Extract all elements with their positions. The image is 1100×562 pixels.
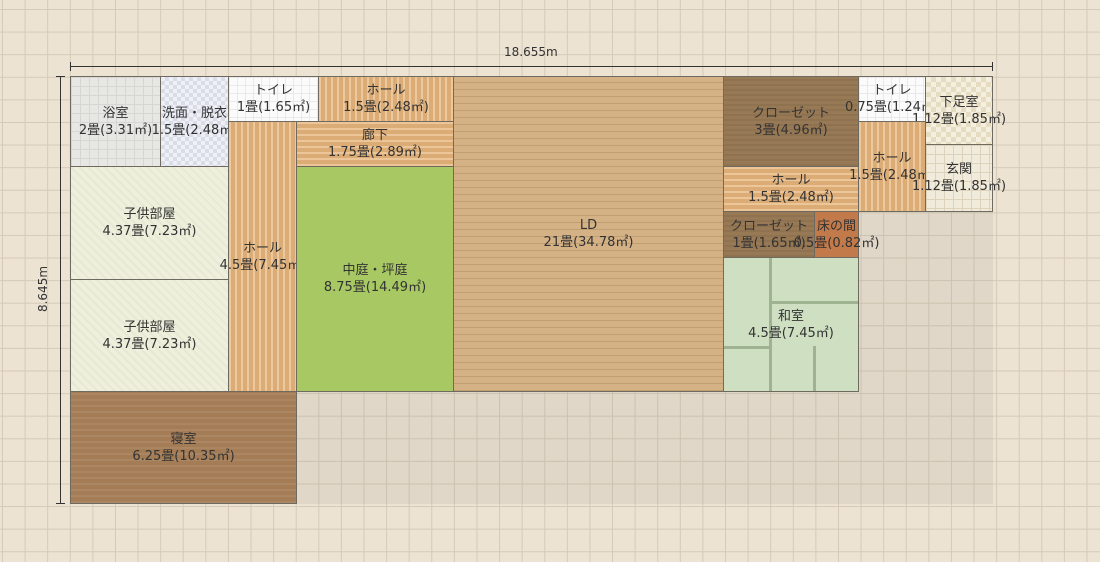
height-label: 8.645m xyxy=(36,265,51,313)
room-hall-vertical[interactable]: ホール 4.5畳(7.45㎡) xyxy=(220,121,305,392)
room-entrance[interactable]: 玄関 1.12畳(1.85㎡) xyxy=(912,144,1006,212)
room-name: ホール xyxy=(771,173,811,188)
room-ld[interactable]: LD 21畳(34.78㎡) xyxy=(453,76,724,392)
room-area: 4.5畳(7.45㎡) xyxy=(748,325,834,341)
room-area: 1.5畳(2.48㎡) xyxy=(151,122,238,138)
room-area: 4.5畳(7.45㎡) xyxy=(219,257,306,273)
room-name: トイレ xyxy=(872,83,912,98)
room-bath[interactable]: 浴室 2畳(3.31㎡) xyxy=(70,76,161,167)
room-name: 浴室 xyxy=(102,105,129,121)
room-area: 4.37畳(7.23㎡) xyxy=(102,224,197,239)
room-name: 和室 xyxy=(777,308,804,324)
room-area: 1.75畳(2.89㎡) xyxy=(327,145,423,160)
room-area: 0.5畳(0.82㎡) xyxy=(793,235,880,251)
room-washroom[interactable]: 洗面・脱衣 1.5畳(2.48㎡) xyxy=(152,76,237,167)
room-toilet-1[interactable]: トイレ 1畳(1.65㎡) xyxy=(228,76,319,122)
room-courtyard[interactable]: 中庭・坪庭 8.75畳(14.49㎡) xyxy=(296,166,454,392)
room-area: 3畳(4.96㎡) xyxy=(754,122,828,138)
room-area: 1.5畳(2.48㎡) xyxy=(748,190,834,205)
room-name: 子供部屋 xyxy=(123,319,176,335)
room-kids-2[interactable]: 子供部屋 4.37畳(7.23㎡) xyxy=(70,279,229,392)
width-label: 18.655m xyxy=(504,45,558,59)
room-name: クローゼット xyxy=(751,105,830,121)
room-area: 6.25畳(10.35㎡) xyxy=(132,448,235,464)
room-name: ホール xyxy=(872,150,912,166)
room-name: ホール xyxy=(242,240,282,256)
room-kids-1[interactable]: 子供部屋 4.37畳(7.23㎡) xyxy=(70,166,229,280)
room-name: 中庭・坪庭 xyxy=(342,263,408,278)
room-hall-mid[interactable]: ホール 1.5畳(2.48㎡) xyxy=(723,166,859,212)
room-hall-top[interactable]: ホール 1.5畳(2.48㎡) xyxy=(318,76,454,122)
room-washitsu[interactable]: 和室 4.5畳(7.45㎡) xyxy=(723,257,859,392)
room-name: 下足室 xyxy=(939,94,979,110)
room-area: 4.37畳(7.23㎡) xyxy=(102,336,197,352)
room-area: 1.5畳(2.48㎡) xyxy=(343,100,429,115)
room-tokonoma[interactable]: 床の間 0.5畳(0.82㎡) xyxy=(794,211,879,258)
room-name: 床の間 xyxy=(816,218,856,234)
room-area: 21畳(34.78㎡) xyxy=(543,235,634,250)
room-name: 子供部屋 xyxy=(123,207,176,222)
room-hall-right[interactable]: ホール 1.5畳(2.48㎡) xyxy=(849,121,935,212)
room-closet-1[interactable]: クローゼット 3畳(4.96㎡) xyxy=(723,76,859,167)
room-name: クローゼット xyxy=(729,218,808,234)
room-area: 2畳(3.31㎡) xyxy=(78,122,153,138)
room-name: LD xyxy=(579,218,598,233)
room-name: ホール xyxy=(366,83,406,98)
room-shoe-room[interactable]: 下足室 1.12畳(1.85㎡) xyxy=(912,76,1006,145)
room-name: 寝室 xyxy=(170,431,197,447)
room-area: 8.75畳(14.49㎡) xyxy=(323,280,427,295)
room-corridor[interactable]: 廊下 1.75畳(2.89㎡) xyxy=(296,121,454,167)
room-area: 1畳(1.65㎡) xyxy=(236,100,311,115)
room-name: 廊下 xyxy=(361,128,388,143)
room-bedroom[interactable]: 寝室 6.25畳(10.35㎡) xyxy=(70,391,297,504)
room-name: トイレ xyxy=(253,83,293,98)
room-name: 玄関 xyxy=(945,162,972,177)
room-area: 1.12畳(1.85㎡) xyxy=(911,111,1007,127)
room-area: 1.12畳(1.85㎡) xyxy=(911,179,1007,194)
room-name: 洗面・脱衣 xyxy=(161,105,227,121)
